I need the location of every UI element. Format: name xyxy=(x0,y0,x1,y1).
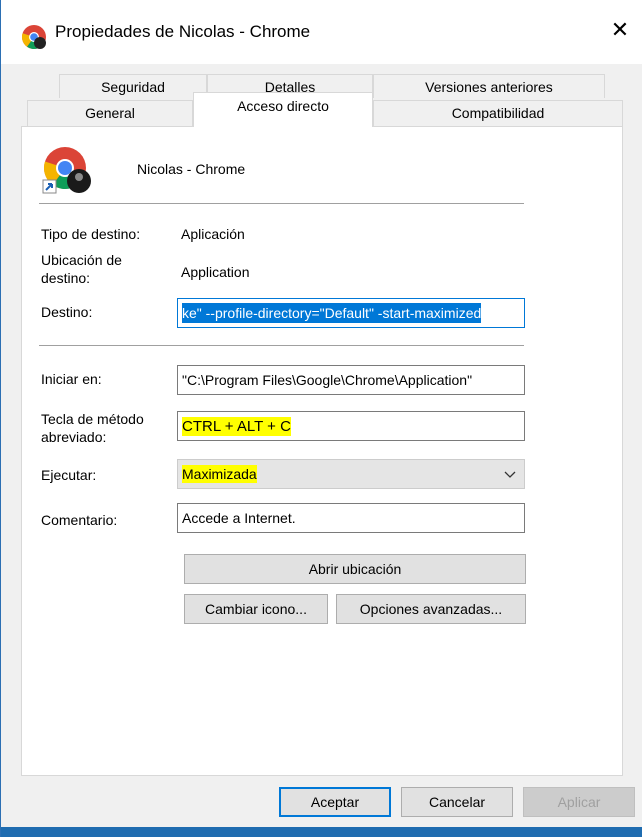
target-type-value: Aplicación xyxy=(181,226,245,242)
cancel-button[interactable]: Cancelar xyxy=(401,787,513,817)
hotkey-label-line1: Tecla de método xyxy=(41,411,144,427)
hotkey-label-line2: abreviado: xyxy=(41,429,107,445)
change-icon-button[interactable]: Cambiar icono... xyxy=(184,594,328,624)
hotkey-field[interactable]: CTRL + ALT + C xyxy=(177,411,525,441)
shortcut-name: Nicolas - Chrome xyxy=(137,161,246,177)
apply-button[interactable]: Aplicar xyxy=(523,787,635,817)
target-field[interactable]: ke" --profile-directory="Default" -start… xyxy=(177,298,525,328)
tab-compatibilidad[interactable]: Compatibilidad xyxy=(373,100,623,126)
tab-acceso-directo[interactable]: Acceso directo xyxy=(193,92,373,127)
chevron-down-icon xyxy=(504,471,516,478)
comment-text: Accede a Internet. xyxy=(182,510,296,526)
divider xyxy=(39,203,524,204)
target-field-selected-text: ke" --profile-directory="Default" -start… xyxy=(182,303,482,323)
advanced-options-button[interactable]: Opciones avanzadas... xyxy=(336,594,526,624)
start-in-text: "C:\Program Files\Google\Chrome\Applicat… xyxy=(182,372,473,388)
run-selected-value: Maximizada xyxy=(182,465,257,483)
target-location-label-line1: Ubicación de xyxy=(41,252,122,268)
chrome-icon xyxy=(42,147,91,194)
target-label: Destino: xyxy=(41,304,93,320)
start-in-label: Iniciar en: xyxy=(41,371,102,387)
hotkey-text: CTRL + ALT + C xyxy=(182,417,291,436)
tab-label: Compatibilidad xyxy=(451,105,545,121)
close-icon: ✕ xyxy=(610,17,630,42)
comment-field[interactable]: Accede a Internet. xyxy=(177,503,525,533)
chrome-shortcut-icon xyxy=(21,25,46,50)
window-title: Propiedades de Nicolas - Chrome xyxy=(55,22,311,41)
close-button[interactable]: ✕ xyxy=(597,10,642,50)
tab-label: General xyxy=(85,105,135,121)
run-select[interactable]: Maximizada xyxy=(177,459,525,489)
tab-label: Seguridad xyxy=(101,79,165,95)
tab-label: Acceso directo xyxy=(237,98,329,114)
start-in-field[interactable]: "C:\Program Files\Google\Chrome\Applicat… xyxy=(177,365,525,395)
target-location-value: Application xyxy=(181,264,250,280)
divider xyxy=(39,345,524,346)
ok-button[interactable]: Aceptar xyxy=(279,787,391,817)
tab-general[interactable]: General xyxy=(27,100,193,126)
tab-panel xyxy=(21,126,623,776)
tab-label: Versiones anteriores xyxy=(425,79,553,95)
target-type-label: Tipo de destino: xyxy=(41,226,141,242)
comment-label: Comentario: xyxy=(41,512,118,528)
taskbar-edge xyxy=(1,827,642,837)
title-bar[interactable]: Propiedades de Nicolas - Chrome ✕ xyxy=(1,0,642,64)
properties-dialog: Propiedades de Nicolas - Chrome ✕ Seguri… xyxy=(0,0,642,837)
open-location-button[interactable]: Abrir ubicación xyxy=(184,554,526,584)
target-location-label-line2: destino: xyxy=(41,270,91,286)
run-label: Ejecutar: xyxy=(41,467,97,483)
tab-seguridad[interactable]: Seguridad xyxy=(59,74,207,98)
tab-versiones-anteriores[interactable]: Versiones anteriores xyxy=(373,74,605,98)
